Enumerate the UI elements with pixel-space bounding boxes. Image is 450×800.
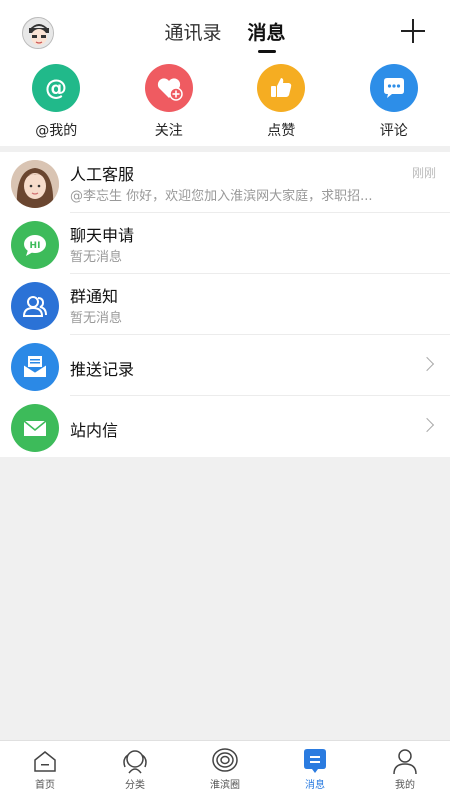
nav-label: 淮滨圈 [210, 780, 240, 791]
message-title: 人工客服 [70, 165, 135, 184]
category-icon [119, 747, 151, 775]
message-preview: 暂无消息 [70, 250, 123, 265]
list-item-group-notice[interactable]: 群通知 暂无消息 [0, 274, 450, 335]
service-avatar [11, 160, 59, 208]
list-item-customer-service[interactable]: 人工客服 @李忘生 你好，欢迎您加入淮滨网大家庭，求职招... 刚刚 [0, 152, 450, 213]
top-bar: 通讯录 消息 [0, 0, 450, 60]
nav-label: 我的 [395, 780, 415, 791]
nav-label: 消息 [305, 780, 325, 791]
at-icon: @ [32, 64, 81, 112]
message-preview: @李忘生 你好，欢迎您加入淮滨网大家庭，求职招... [70, 189, 373, 204]
chevron-right-icon [419, 356, 435, 372]
nav-home[interactable]: 首页 [0, 741, 90, 800]
chat-request-icon: HI [11, 221, 59, 269]
thumbs-up-icon [257, 64, 306, 112]
profile-icon [389, 747, 421, 775]
quick-follow[interactable]: 关注 [113, 60, 226, 146]
tab-messages[interactable]: 消息 [247, 18, 286, 53]
nav-messages[interactable]: 消息 [270, 741, 360, 800]
comment-icon [369, 64, 418, 112]
chevron-right-icon [419, 417, 435, 433]
nav-label: 分类 [125, 780, 145, 791]
active-tab-indicator [257, 50, 276, 53]
quick-actions: @ @我的 关注 点赞 评论 [0, 60, 450, 146]
message-title: 推送记录 [70, 360, 135, 379]
list-item-inbox[interactable]: 站内信 [0, 396, 450, 457]
home-icon [29, 747, 61, 775]
tab-messages-label: 消息 [247, 22, 286, 44]
circle-icon [209, 747, 241, 775]
svg-text:HI: HI [30, 241, 41, 251]
tab-contacts[interactable]: 通讯录 [164, 18, 221, 48]
quick-label: 点赞 [267, 123, 296, 139]
list-item-chat-request[interactable]: HI 聊天申请 暂无消息 [0, 213, 450, 274]
quick-at-me[interactable]: @ @我的 [0, 60, 113, 146]
message-list: 人工客服 @李忘生 你好，欢迎您加入淮滨网大家庭，求职招... 刚刚 HI 聊天… [0, 152, 450, 457]
nav-category[interactable]: 分类 [90, 741, 180, 800]
list-item-push-records[interactable]: 推送记录 [0, 335, 450, 396]
message-preview: 暂无消息 [70, 311, 123, 326]
push-record-icon [11, 343, 59, 391]
heart-plus-icon [144, 64, 193, 112]
group-icon [11, 282, 59, 330]
quick-label: @我的 [35, 123, 78, 139]
message-title: 群通知 [70, 287, 119, 306]
svg-text:@: @ [45, 76, 67, 101]
quick-comment[interactable]: 评论 [338, 60, 450, 146]
mail-icon [11, 404, 59, 452]
quick-label: 关注 [154, 123, 183, 139]
nav-circle[interactable]: 淮滨圈 [180, 741, 270, 800]
nav-label: 首页 [35, 780, 55, 791]
message-icon [299, 747, 331, 775]
add-icon[interactable] [400, 18, 426, 44]
quick-like[interactable]: 点赞 [225, 60, 338, 146]
message-time: 刚刚 [411, 166, 436, 180]
quick-label: 评论 [379, 123, 408, 139]
bottom-nav: 首页 分类 淮滨圈 消息 我的 [0, 740, 450, 800]
nav-profile[interactable]: 我的 [360, 741, 450, 800]
message-title: 站内信 [70, 421, 119, 440]
message-title: 聊天申请 [70, 226, 135, 245]
